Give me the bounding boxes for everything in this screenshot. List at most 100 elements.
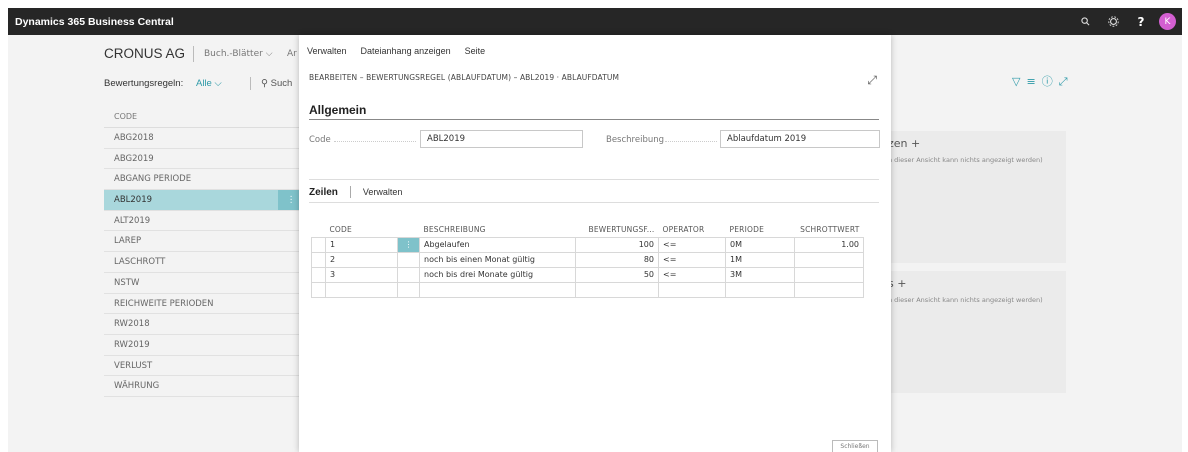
- action-manage[interactable]: Verwalten: [307, 46, 347, 56]
- cell-description[interactable]: noch bis drei Monate gültig: [419, 266, 576, 283]
- list-item-label: ABL2019: [114, 195, 153, 206]
- row-selector[interactable]: [311, 251, 326, 268]
- list-item-label: RW2018: [114, 319, 150, 330]
- cell-factor[interactable]: 80: [575, 251, 659, 268]
- row-selector[interactable]: [311, 281, 326, 298]
- company-name[interactable]: CRONUS AG: [104, 46, 185, 61]
- cell-period[interactable]: 3M: [725, 266, 795, 283]
- tab-lines[interactable]: Zeilen: [309, 187, 338, 198]
- tab-manage[interactable]: Verwalten: [363, 187, 403, 197]
- lines-tabs: Zeilen Verwalten: [309, 186, 402, 198]
- code-field[interactable]: ABL2019: [420, 130, 583, 148]
- cell-code[interactable]: 1: [325, 236, 398, 253]
- app-title[interactable]: Dynamics 365 Business Central: [8, 16, 174, 28]
- description-field[interactable]: Ablaufdatum 2019: [720, 130, 880, 148]
- description-label: Beschreibung: [606, 135, 665, 145]
- list-item-selected[interactable]: ABL2019 ⋮: [104, 190, 304, 211]
- search-icon[interactable]: [1071, 8, 1099, 35]
- table-row[interactable]: 3 noch bis drei Monate gültig 50 <= 3M: [311, 266, 864, 283]
- gear-icon[interactable]: [1099, 8, 1127, 35]
- list-item-label: REICHWEITE PERIODEN: [114, 298, 214, 309]
- cell-code[interactable]: [325, 281, 398, 298]
- table-row[interactable]: 2 noch bis einen Monat gültig 80 <= 1M: [311, 251, 864, 268]
- add-icon[interactable]: +: [897, 277, 906, 290]
- row-menu-icon[interactable]: ⋮: [397, 236, 420, 253]
- cell-operator[interactable]: [658, 281, 726, 298]
- search-icon: ⚲: [261, 78, 268, 89]
- action-show-attachment[interactable]: Dateianhang anzeigen: [361, 46, 451, 56]
- section-divider: [309, 119, 879, 120]
- list-item-label: ABGANG PERIODE: [114, 174, 192, 185]
- cell-code[interactable]: 3: [325, 266, 398, 283]
- cell-scrap-value[interactable]: [794, 251, 864, 268]
- row-menu-cell[interactable]: [397, 281, 420, 298]
- list-item[interactable]: LAREP: [104, 231, 304, 253]
- factbox-title: s +: [886, 271, 1066, 296]
- expand-icon[interactable]: ⤢: [867, 73, 877, 88]
- column-header-code[interactable]: CODE: [326, 223, 398, 237]
- list-item-label: ABG2018: [114, 133, 154, 143]
- action-page[interactable]: Seite: [465, 46, 486, 56]
- filter-icon[interactable]: ▽: [1012, 75, 1026, 88]
- list-item[interactable]: RW2018: [104, 314, 304, 335]
- cell-factor[interactable]: 100: [575, 236, 659, 253]
- expand-icon[interactable]: ⤢: [1059, 75, 1074, 88]
- cell-scrap-value[interactable]: 1.00: [794, 236, 864, 253]
- leader-dots: [334, 141, 416, 142]
- cell-period[interactable]: 1M: [725, 251, 795, 268]
- list-item[interactable]: ABG2018: [104, 128, 304, 149]
- app-bar-actions: ? K: [1071, 8, 1182, 35]
- divider: [250, 77, 251, 90]
- list-item-label: WÄHRUNG: [114, 381, 160, 392]
- list-item[interactable]: VERLUST: [104, 356, 304, 377]
- code-label: Code: [309, 135, 331, 145]
- list-item[interactable]: NSTW: [104, 273, 304, 294]
- nav-item-truncated[interactable]: Ar: [287, 49, 297, 59]
- list-item[interactable]: REICHWEITE PERIODEN: [104, 294, 304, 315]
- list-item[interactable]: LASCHROTT: [104, 252, 304, 273]
- nav-item-label: Buch.-Blätter: [204, 49, 263, 59]
- cell-factor[interactable]: 50: [575, 266, 659, 283]
- close-button[interactable]: Schließen: [832, 440, 878, 452]
- list-item[interactable]: WÄHRUNG: [104, 376, 304, 397]
- search-button[interactable]: ⚲ Such: [261, 78, 292, 89]
- cell-factor[interactable]: [575, 281, 659, 298]
- table-row-empty[interactable]: [311, 281, 864, 298]
- info-icon[interactable]: ⓘ: [1042, 75, 1059, 88]
- cell-code[interactable]: 2: [325, 251, 398, 268]
- row-selector[interactable]: [311, 236, 326, 253]
- cell-operator[interactable]: <=: [658, 236, 726, 253]
- nav-item-journals[interactable]: Buch.-Blätter ⌵: [204, 49, 273, 59]
- avatar[interactable]: K: [1159, 13, 1176, 30]
- cell-period[interactable]: 0M: [725, 236, 795, 253]
- help-icon[interactable]: ?: [1127, 8, 1155, 35]
- cell-operator[interactable]: <=: [658, 251, 726, 268]
- column-header-period[interactable]: PERIODE: [726, 223, 795, 237]
- column-header-description[interactable]: BESCHREIBUNG: [420, 223, 576, 237]
- divider: [193, 46, 194, 62]
- column-header-operator[interactable]: OPERATOR: [659, 223, 726, 237]
- cell-scrap-value[interactable]: [794, 281, 864, 298]
- cell-description[interactable]: [419, 281, 576, 298]
- list-item[interactable]: ABG2019: [104, 149, 304, 170]
- row-menu-cell[interactable]: [397, 251, 420, 268]
- list-item[interactable]: ABGANG PERIODE: [104, 169, 304, 191]
- column-header-scrap-value[interactable]: SCHROTTWERT: [795, 223, 864, 237]
- cell-description[interactable]: noch bis einen Monat gültig: [419, 251, 576, 268]
- cell-scrap-value[interactable]: [794, 266, 864, 283]
- list-item[interactable]: ALT2019: [104, 211, 304, 232]
- add-icon[interactable]: +: [911, 137, 920, 150]
- column-header-factor[interactable]: BEWERTUNGSF...: [576, 223, 659, 237]
- row-menu-cell[interactable]: [397, 266, 420, 283]
- cell-description[interactable]: Abgelaufen: [419, 236, 576, 253]
- list-item[interactable]: RW2019: [104, 335, 304, 356]
- cell-operator[interactable]: <=: [658, 266, 726, 283]
- filter-dropdown[interactable]: Alle ⌵: [196, 78, 222, 89]
- filter-value: Alle: [196, 78, 212, 89]
- list-view-icon[interactable]: ≡: [1026, 75, 1041, 88]
- section-title-general[interactable]: Allgemein: [309, 103, 366, 117]
- list-item-label: VERLUST: [114, 360, 153, 371]
- table-row[interactable]: 1 ⋮ Abgelaufen 100 <= 0M 1.00: [311, 236, 864, 253]
- row-selector[interactable]: [311, 266, 326, 283]
- cell-period[interactable]: [725, 281, 795, 298]
